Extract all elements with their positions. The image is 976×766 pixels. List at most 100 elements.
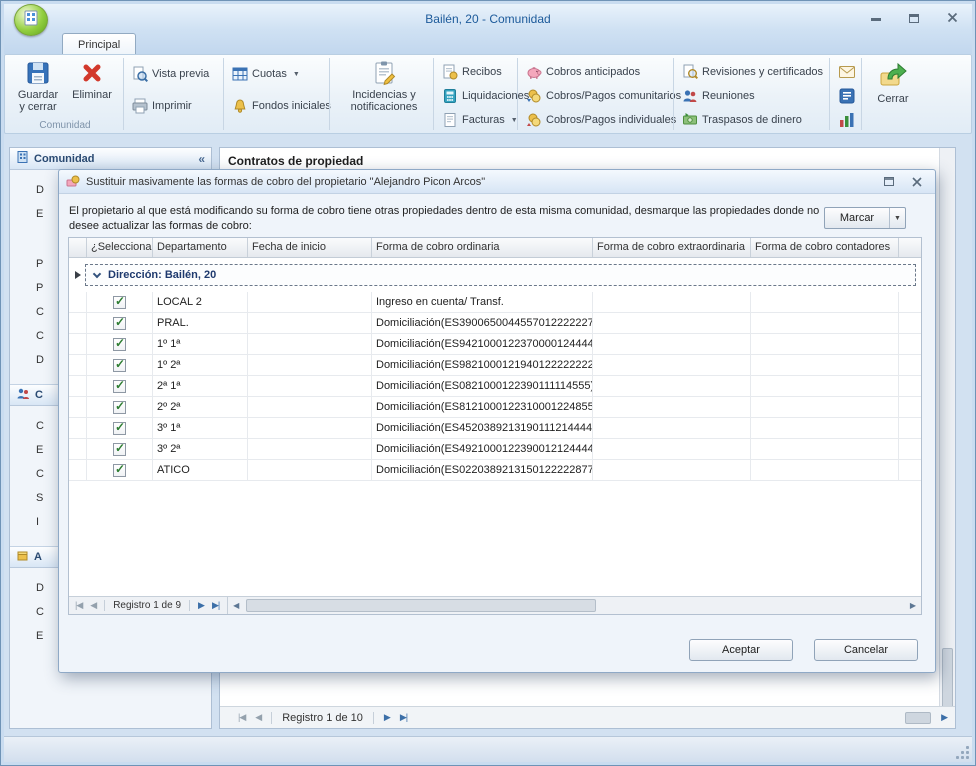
accept-button[interactable]: Aceptar — [689, 639, 793, 661]
tab-principal[interactable]: Principal — [62, 33, 136, 55]
sidebar-group-label: C — [35, 389, 43, 401]
table-row[interactable]: 2ª 1ª Domiciliación(ES082100012239011111… — [69, 376, 921, 397]
table-row[interactable]: PRAL. Domiciliación(ES390065004455701222… — [69, 313, 921, 334]
last-record-button[interactable]: ▶| — [396, 712, 411, 723]
horizontal-scrollbar[interactable]: ◀ ▶ — [227, 597, 921, 614]
table-row[interactable]: 3º 1ª Domiciliación(ES452038921319011121… — [69, 418, 921, 439]
traspasos-button[interactable]: Traspasos de dinero — [679, 109, 805, 131]
column-header-departamento[interactable]: Departamento — [153, 238, 248, 257]
save-icon — [25, 60, 51, 86]
grid-rows: LOCAL 2 Ingreso en cuenta/ Transf. PRAL.… — [69, 292, 921, 481]
row-checkbox[interactable] — [113, 317, 126, 330]
print-button[interactable]: Imprimir — [129, 95, 195, 117]
cell-departamento: 1º 2ª — [153, 355, 248, 375]
group-row[interactable]: Dirección: Bailén, 20 — [85, 264, 916, 286]
facturas-dropdown-button[interactable]: Facturas▼ — [439, 109, 521, 131]
title-bar: Bailén, 20 - Comunidad — [4, 4, 972, 30]
column-header-forma-contadores[interactable]: Forma de cobro contadores — [751, 238, 899, 257]
application-window: Bailén, 20 - Comunidad Principal Guardar… — [0, 0, 976, 766]
row-checkbox[interactable] — [113, 422, 126, 435]
save-and-close-button[interactable]: Guardar y cerrar — [13, 58, 63, 122]
next-record-button[interactable]: ▶ — [194, 600, 208, 611]
column-header-forma-extraordinaria[interactable]: Forma de cobro extraordinaria — [593, 238, 751, 257]
sidebar-group-label: Comunidad — [34, 153, 95, 165]
chart-button[interactable] — [835, 109, 861, 131]
table-row[interactable]: ATICO Domiciliación(ES022038921315012222… — [69, 460, 921, 481]
scroll-right-arrow[interactable]: ▶ — [905, 601, 921, 610]
dialog-maximize-button[interactable] — [878, 174, 900, 190]
scrollbar-thumb[interactable] — [905, 712, 931, 724]
first-record-button[interactable]: |◀ — [234, 712, 249, 723]
scroll-right-arrow[interactable]: ▶ — [937, 712, 951, 723]
sidebar-group-comunidad[interactable]: Comunidad « — [10, 148, 211, 170]
table-row[interactable]: 1º 2ª Domiciliación(ES982100012194012222… — [69, 355, 921, 376]
previous-record-button[interactable]: ◀ — [251, 712, 265, 723]
ribbon-separator — [123, 58, 124, 130]
cuotas-dropdown-button[interactable]: Cuotas▼ — [229, 63, 303, 85]
column-header-forma-ordinaria[interactable]: Forma de cobro ordinaria — [372, 238, 593, 257]
table-row[interactable]: 3º 2ª Domiciliación(ES492100012239001212… — [69, 439, 921, 460]
close-form-button[interactable]: Cerrar — [867, 58, 919, 122]
document-button[interactable] — [835, 85, 861, 107]
cancel-button[interactable]: Cancelar — [814, 639, 918, 661]
liquidaciones-button[interactable]: Liquidaciones — [439, 85, 532, 107]
first-record-button[interactable]: |◀ — [71, 600, 86, 611]
mail-button[interactable] — [835, 61, 861, 83]
chart-icon — [838, 111, 856, 129]
coins-icon — [526, 112, 542, 128]
fondos-iniciales-button[interactable]: Fondos iniciales — [229, 95, 334, 117]
mail-icon — [838, 63, 856, 81]
column-header-fecha[interactable]: Fecha de inicio — [248, 238, 372, 257]
application-menu-button[interactable] — [14, 4, 48, 36]
dialog-close-button[interactable] — [906, 174, 928, 190]
scrollbar-thumb[interactable] — [942, 648, 953, 708]
cell-forma-ordinaria: Ingreso en cuenta/ Transf. — [372, 292, 593, 312]
row-checkbox[interactable] — [113, 359, 126, 372]
marcar-label[interactable]: Marcar — [825, 208, 889, 228]
delete-button[interactable]: Eliminar — [65, 58, 119, 122]
recibos-button[interactable]: Recibos — [439, 61, 505, 83]
reuniones-label: Reuniones — [702, 90, 755, 102]
column-header-seleccionar[interactable]: ¿Seleccionar? — [87, 238, 153, 257]
table-row[interactable]: LOCAL 2 Ingreso en cuenta/ Transf. — [69, 292, 921, 313]
last-record-button[interactable]: ▶| — [208, 600, 223, 611]
collapse-chevron-icon[interactable] — [93, 270, 101, 278]
cobros-pagos-individuales-button[interactable]: Cobros/Pagos individuales — [523, 109, 679, 131]
cell-forma-contadores — [751, 292, 899, 312]
cobros-anticipados-label: Cobros anticipados — [546, 66, 640, 78]
marcar-split-button[interactable]: Marcar ▼ — [824, 207, 906, 229]
next-record-button[interactable]: ▶ — [380, 712, 394, 723]
cobros-anticipados-button[interactable]: Cobros anticipados — [523, 61, 643, 83]
cell-forma-contadores — [751, 418, 899, 438]
scrollbar-thumb[interactable] — [246, 599, 596, 612]
maximize-icon — [884, 177, 894, 186]
cuotas-label: Cuotas — [252, 68, 287, 80]
print-preview-button[interactable]: Vista previa — [129, 63, 212, 85]
row-checkbox[interactable] — [113, 464, 126, 477]
grid-body: Dirección: Bailén, 20 LOCAL 2 Ingreso en… — [69, 258, 921, 596]
group-row-label: Dirección: Bailén, 20 — [108, 269, 216, 281]
cobros-pagos-comunitarios-button[interactable]: Cobros/Pagos comunitarios — [523, 85, 684, 107]
table-row[interactable]: 2º 2ª Domiciliación(ES812100012231000122… — [69, 397, 921, 418]
row-checkbox[interactable] — [113, 338, 126, 351]
chevron-down-icon[interactable]: ▼ — [889, 208, 905, 228]
print-preview-icon — [132, 66, 148, 82]
cell-forma-contadores — [751, 334, 899, 354]
maximize-button[interactable] — [903, 8, 925, 23]
resize-grip[interactable] — [955, 745, 969, 759]
table-row[interactable]: 1º 1ª Domiciliación(ES942100012237000012… — [69, 334, 921, 355]
scroll-left-arrow[interactable]: ◀ — [228, 601, 244, 610]
incidencias-button[interactable]: Incidencias y notificaciones — [337, 58, 431, 122]
ribbon: Guardar y cerrar Eliminar Comunidad Vist… — [4, 54, 972, 134]
minimize-button[interactable] — [865, 8, 887, 23]
cell-departamento: 3º 2ª — [153, 439, 248, 459]
reuniones-button[interactable]: Reuniones — [679, 85, 758, 107]
revisiones-button[interactable]: Revisiones y certificados — [679, 61, 826, 83]
row-checkbox[interactable] — [113, 401, 126, 414]
previous-record-button[interactable]: ◀ — [86, 600, 100, 611]
row-checkbox[interactable] — [113, 296, 126, 309]
vertical-scrollbar[interactable] — [939, 148, 955, 706]
row-checkbox[interactable] — [113, 380, 126, 393]
row-checkbox[interactable] — [113, 443, 126, 456]
close-button[interactable] — [941, 8, 963, 23]
